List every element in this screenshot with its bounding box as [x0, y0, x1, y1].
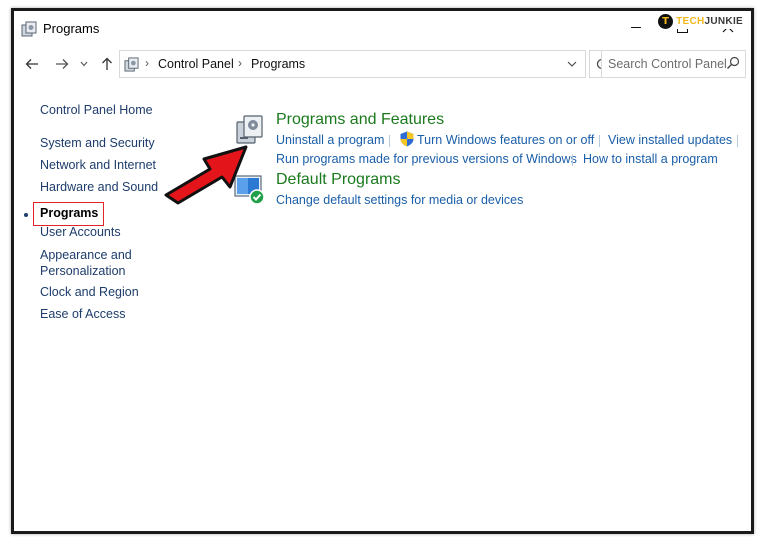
uac-shield-icon — [400, 131, 414, 147]
minimize-button[interactable] — [613, 11, 659, 43]
view-installed-updates-link[interactable]: View installed updates — [608, 133, 732, 147]
recent-locations-button[interactable] — [76, 47, 92, 81]
sidebar-item-appearance-line2[interactable]: Personalization — [40, 263, 125, 279]
link-separator — [572, 154, 573, 166]
annotation-arrow-icon — [164, 145, 248, 205]
search-box[interactable]: Search Control Panel — [601, 50, 746, 78]
address-bar[interactable]: › Control Panel › Programs — [119, 50, 586, 78]
link-separator — [389, 135, 390, 147]
search-placeholder: Search Control Panel — [608, 57, 727, 71]
breadcrumb-programs[interactable]: Programs — [251, 57, 305, 71]
current-item-bullet — [24, 213, 28, 217]
back-button[interactable] — [20, 47, 44, 81]
sidebar-item-ease-of-access[interactable]: Ease of Access — [40, 306, 125, 322]
sidebar-item-system-and-security[interactable]: System and Security — [40, 135, 155, 151]
breadcrumb-separator-icon: › — [238, 56, 242, 70]
sidebar-item-clock-and-region[interactable]: Clock and Region — [40, 284, 139, 300]
up-button[interactable] — [96, 47, 118, 81]
arrow-up-icon — [102, 57, 112, 70]
sidebar-item-hardware-and-sound[interactable]: Hardware and Sound — [40, 179, 158, 195]
programs-icon — [21, 21, 37, 37]
watermark-logo: T — [658, 13, 674, 29]
techjunkie-watermark: T TECHJUNKIE — [656, 13, 749, 29]
sidebar-item-user-accounts[interactable]: User Accounts — [40, 224, 121, 240]
address-dropdown-button[interactable] — [559, 51, 585, 77]
turn-windows-features-link[interactable]: Turn Windows features on or off — [417, 133, 594, 147]
title-bar: Programs T TECHJUNKIE — [14, 11, 751, 45]
chevron-down-icon — [567, 61, 577, 67]
change-default-settings-link[interactable]: Change default settings for media or dev… — [276, 193, 523, 207]
link-separator — [599, 135, 600, 147]
sidebar-item-programs[interactable]: Programs — [40, 206, 98, 220]
how-to-install-program-link[interactable]: How to install a program — [583, 152, 718, 166]
breadcrumb-control-panel[interactable]: Control Panel — [158, 57, 234, 71]
sidebar-item-control-panel-home[interactable]: Control Panel Home — [40, 102, 153, 118]
navigation-bar: › Control Panel › Programs Search Contro… — [14, 47, 751, 81]
arrow-right-icon — [56, 59, 69, 69]
programs-and-features-title[interactable]: Programs and Features — [276, 111, 444, 129]
uninstall-program-link[interactable]: Uninstall a program — [276, 133, 384, 147]
sidebar-item-appearance-line1[interactable]: Appearance and — [40, 247, 132, 263]
control-panel-window: Programs T TECHJUNKIE › Control Panel › … — [11, 8, 754, 534]
programs-icon — [124, 57, 139, 72]
default-programs-title[interactable]: Default Programs — [276, 171, 401, 189]
search-icon — [727, 56, 740, 69]
sidebar-item-network-and-internet[interactable]: Network and Internet — [40, 157, 156, 173]
chevron-down-icon — [80, 61, 88, 67]
arrow-left-icon — [25, 59, 38, 69]
run-older-programs-link[interactable]: Run programs made for previous versions … — [276, 152, 577, 166]
window-title: Programs — [43, 21, 100, 36]
watermark-text: TECHJUNKIE — [676, 15, 743, 27]
sidebar-item-programs-highlight[interactable]: Programs — [33, 202, 104, 226]
breadcrumb-separator-icon: › — [145, 56, 149, 70]
forward-button[interactable] — [50, 47, 74, 81]
link-separator — [737, 135, 738, 147]
